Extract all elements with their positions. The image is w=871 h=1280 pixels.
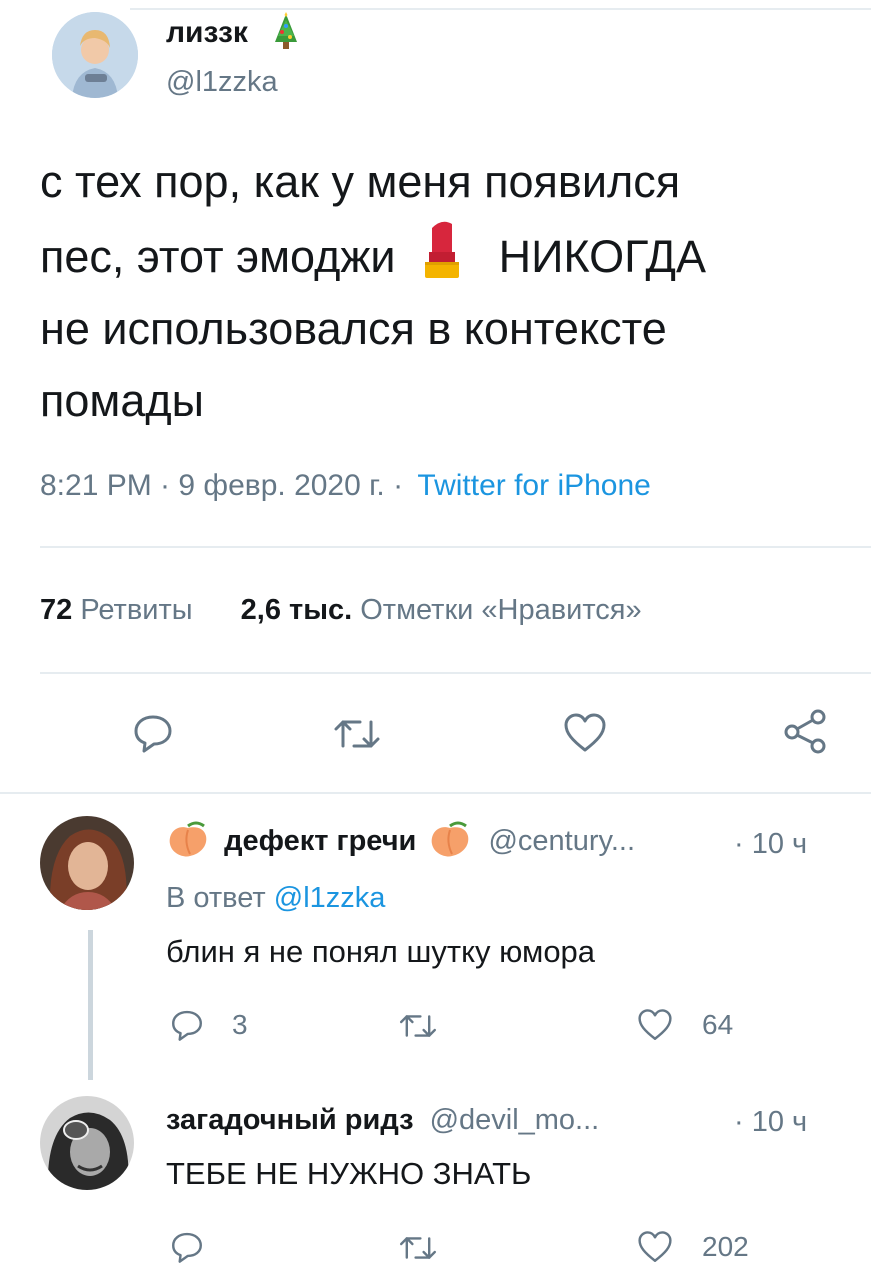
reply2-retweet-icon[interactable] <box>398 1232 438 1264</box>
retweet-icon[interactable] <box>332 714 382 754</box>
tweet-timestamp[interactable]: 8:21 PM · 9 февр. 2020 г. · <box>40 469 403 502</box>
reply1-like-icon[interactable] <box>636 1008 674 1042</box>
christmas-tree-icon <box>271 12 301 52</box>
reply1-header: дефект гречи @century... <box>166 818 635 861</box>
lipstick-icon <box>420 218 464 280</box>
reply1-text: блин я не понял шутку юмора <box>166 934 596 969</box>
reply2-handle[interactable]: @devil_mo... <box>430 1104 600 1136</box>
retweets-count: 72 <box>40 594 73 626</box>
reply1-replying-to-label: В ответ <box>166 882 266 914</box>
reply2-time[interactable]: · 10 ч <box>734 1104 807 1140</box>
peach-icon-2 <box>428 818 472 858</box>
author-avatar[interactable] <box>52 12 138 98</box>
reply1-avatar[interactable] <box>40 816 134 910</box>
reply1-reply-count: 3 <box>232 1009 248 1040</box>
retweets-stat[interactable]: 72 Ретвиты <box>40 594 201 626</box>
likes-count: 2,6 тыс. <box>240 594 353 626</box>
top-divider <box>130 8 871 10</box>
reply1-reply-icon[interactable] <box>170 1008 204 1042</box>
likes-label: Отметки «Нравится» <box>360 594 642 626</box>
tweet-text-line-2: пес, этот эмоджи НИКОГДА <box>40 218 860 293</box>
likes-stat[interactable]: 2,6 тыс. Отметки «Нравится» <box>241 594 642 626</box>
reply1-replying-to-handle[interactable]: @l1zzka <box>274 882 386 914</box>
tweet-meta: 8:21 PM · 9 февр. 2020 г. · Twitter for … <box>40 468 651 504</box>
reply2-reply-icon[interactable] <box>170 1230 204 1264</box>
reply1-like-count: 64 <box>702 1009 734 1040</box>
reply1-retweet-icon[interactable] <box>398 1010 438 1042</box>
tweet-source-link[interactable]: Twitter for iPhone <box>417 469 650 502</box>
author-handle[interactable]: @l1zzka <box>166 64 278 100</box>
meta-divider <box>40 546 871 548</box>
reply2-header: загадочный ридз @devil_mo... <box>166 1102 599 1138</box>
reply2-avatar[interactable] <box>40 1096 134 1190</box>
reply2-text: ТЕБЕ НЕ НУЖНО ЗНАТЬ <box>166 1156 532 1191</box>
reply1-time[interactable]: · 10 ч <box>734 826 807 862</box>
thread-line <box>88 930 93 1080</box>
share-icon[interactable] <box>782 708 828 754</box>
stats-divider <box>40 672 871 674</box>
reply2-display-name[interactable]: загадочный ридз <box>166 1104 414 1136</box>
tweet-text-line-2-start: пес, этот эмоджи <box>40 231 396 282</box>
reply1-handle[interactable]: @century... <box>488 825 635 857</box>
reply-icon[interactable] <box>132 712 174 754</box>
tweet-text: с тех пор, как у меня появился пес, этот… <box>40 146 860 437</box>
peach-icon <box>166 818 210 858</box>
like-icon[interactable] <box>562 712 608 754</box>
reply1-display-name[interactable]: дефект гречи <box>224 825 416 857</box>
reply2-like-count: 202 <box>702 1231 749 1262</box>
reply1-replying-to: В ответ @l1zzka <box>166 880 385 916</box>
tweet-stats: 72 Ретвиты 2,6 тыс. Отметки «Нравится» <box>40 592 642 628</box>
reply2-like-icon[interactable] <box>636 1230 674 1264</box>
author-display-name[interactable]: лиззк <box>166 16 248 50</box>
actions-divider <box>0 792 871 794</box>
author-display-name-text: лиззк <box>166 16 248 49</box>
tweet-text-line-3: не использовался в контексте <box>40 303 667 354</box>
tweet-text-line-4: помады <box>40 375 204 426</box>
retweets-label: Ретвиты <box>80 594 193 626</box>
tweet-text-line-1: с тех пор, как у меня появился <box>40 156 681 207</box>
tweet-text-line-2-end: НИКОГДА <box>498 231 706 282</box>
